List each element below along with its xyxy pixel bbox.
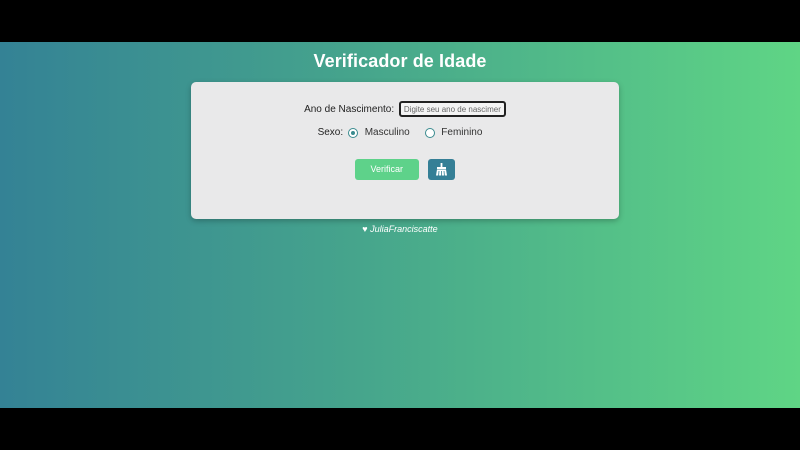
letterbox-top [0, 0, 800, 42]
footer-credit: ♥ JuliaFranciscatte [0, 224, 800, 234]
form-card: Ano de Nascimento: Sexo: Masculino Femin… [191, 82, 619, 219]
page-viewport: Verificador de Idade Ano de Nascimento: … [0, 42, 800, 408]
sex-row: Sexo: Masculino Feminino [191, 127, 619, 138]
broom-icon [436, 163, 448, 176]
verify-button[interactable]: Verificar [354, 159, 419, 180]
clear-button[interactable] [428, 159, 456, 180]
page-title: Verificador de Idade [313, 51, 487, 71]
birth-year-row: Ano de Nascimento: [191, 101, 619, 117]
author-name: JuliaFranciscatte [370, 224, 438, 234]
radio-feminino[interactable] [424, 127, 435, 138]
birth-year-label: Ano de Nascimento: [304, 103, 395, 115]
letterbox-bottom [0, 408, 800, 450]
radio-feminino-label[interactable]: Feminino [441, 127, 482, 138]
radio-masculino-label[interactable]: Masculino [365, 127, 410, 138]
button-row: Verificar [191, 159, 619, 180]
heart-icon: ♥ [362, 224, 368, 234]
sex-label: Sexo: [317, 127, 344, 138]
radio-masculino[interactable] [347, 127, 358, 138]
birth-year-input[interactable] [398, 101, 506, 117]
